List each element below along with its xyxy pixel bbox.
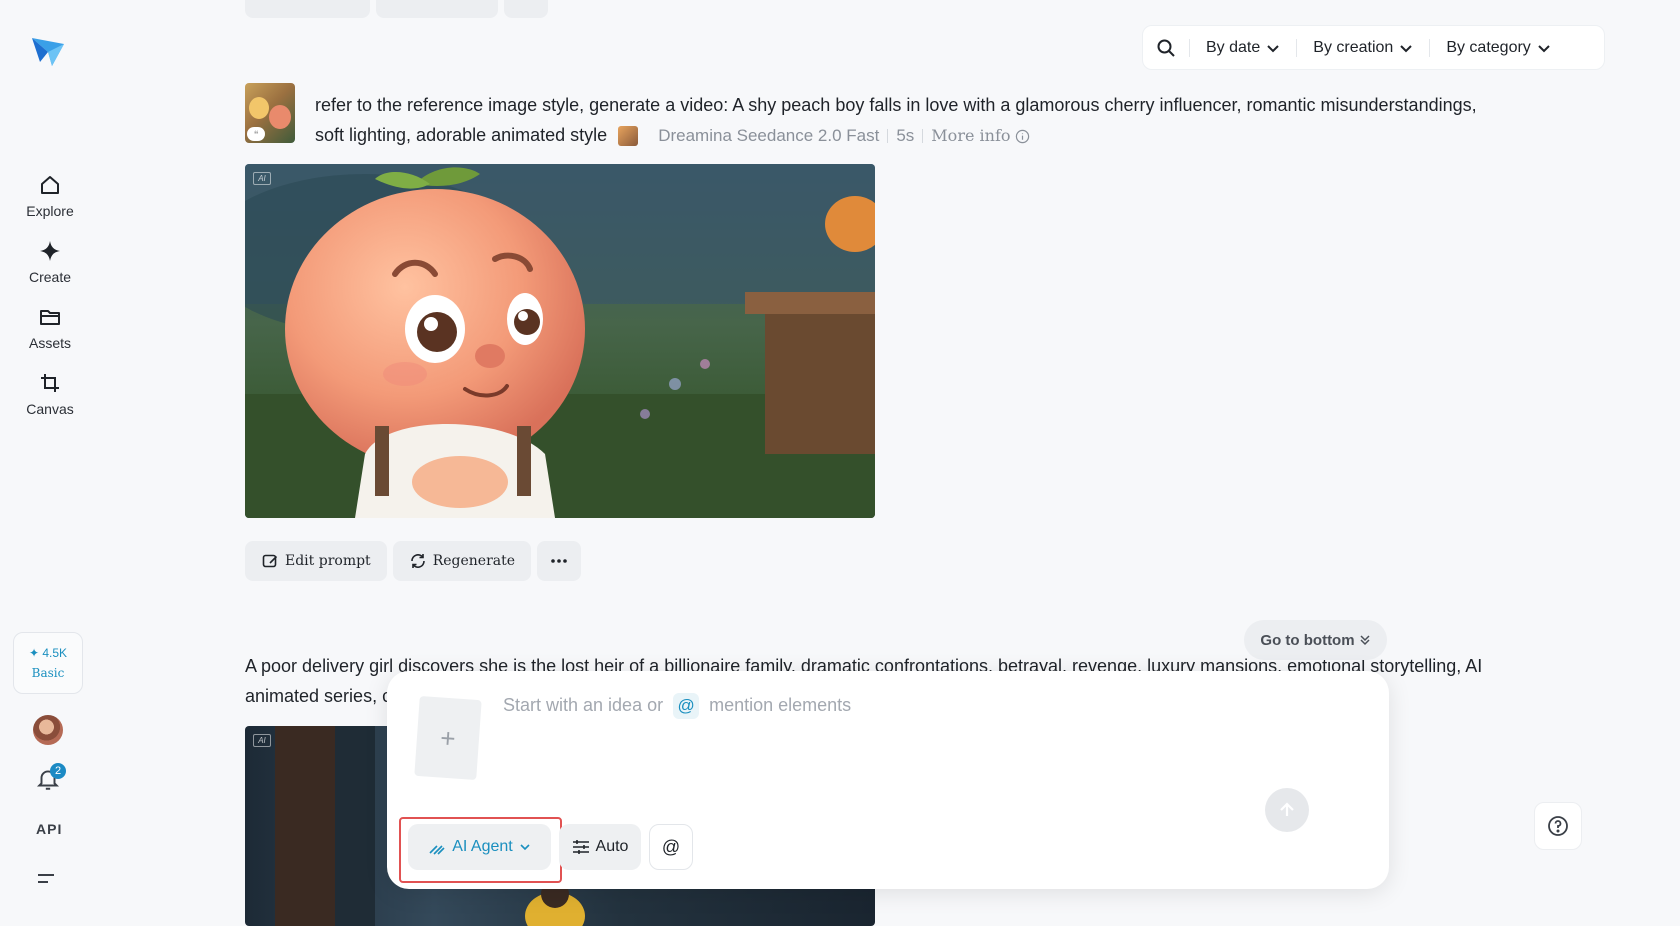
ai-agent-label: AI Agent xyxy=(452,838,513,855)
plus-icon: + xyxy=(439,722,457,753)
previous-actions xyxy=(245,0,548,18)
reference-mini-thumbnail xyxy=(618,126,639,147)
more-info-link[interactable]: More info xyxy=(931,121,1029,151)
generation-prompt: refer to the reference image style, gene… xyxy=(315,90,1505,151)
by-category-label: By category xyxy=(1446,38,1531,56)
go-to-bottom-label: Go to bottom xyxy=(1260,631,1355,649)
sidebar: Explore Create Assets Canvas ✦ 4.5K Basi… xyxy=(0,0,100,915)
search-button[interactable] xyxy=(1143,38,1189,58)
by-date-label: By date xyxy=(1206,38,1261,56)
prompt-input[interactable]: Start with an idea or @ mention elements xyxy=(503,691,1323,751)
prompt-composer: + Start with an idea or @ mention elemen… xyxy=(387,671,1389,889)
sidebar-item-create[interactable]: Create xyxy=(10,232,90,292)
upload-reference-button[interactable]: + xyxy=(414,695,482,781)
regenerate-label: Regenerate xyxy=(432,553,516,569)
help-button[interactable] xyxy=(1534,802,1582,850)
info-icon xyxy=(1015,129,1029,143)
video-frame-peach-boy xyxy=(245,164,875,518)
help-icon xyxy=(1548,816,1568,836)
crop-icon xyxy=(41,374,59,392)
ai-agent-dropdown[interactable]: AI Agent xyxy=(408,824,551,870)
reference-thumbnail[interactable]: ❝ xyxy=(245,83,295,143)
by-date-dropdown[interactable]: By date xyxy=(1190,39,1296,57)
magic-wand-icon xyxy=(429,845,445,855)
notification-badge: 2 xyxy=(50,763,66,779)
send-button[interactable] xyxy=(1265,788,1309,832)
chevron-down-icon xyxy=(1267,44,1279,52)
credits-badge[interactable]: ✦ 4.5K Basic xyxy=(13,632,83,694)
plan-label: Basic xyxy=(31,666,65,680)
more-horizontal-icon xyxy=(551,559,567,563)
at-icon: @ xyxy=(661,836,681,857)
refresh-icon xyxy=(410,554,425,568)
auto-settings-button[interactable]: Auto xyxy=(559,824,641,870)
avatar[interactable] xyxy=(33,715,63,745)
menu-icon[interactable] xyxy=(36,870,58,888)
quote-icon: ❝ xyxy=(247,127,265,141)
go-to-bottom-button[interactable]: Go to bottom xyxy=(1244,620,1387,660)
sidebar-item-canvas[interactable]: Canvas xyxy=(10,364,90,424)
duration: 5s xyxy=(896,126,915,146)
regenerate-button[interactable]: Regenerate xyxy=(392,541,532,581)
model-name: Dreamina Seedance 2.0 Fast xyxy=(658,126,880,146)
edit-icon xyxy=(262,554,278,568)
chevron-down-icon xyxy=(1400,44,1413,52)
generation-actions: Edit prompt Regenerate xyxy=(245,541,582,581)
edit-prompt-button[interactable]: Edit prompt xyxy=(245,541,387,581)
generation-meta: Dreamina Seedance 2.0 Fast 5s More info xyxy=(618,121,1029,151)
double-chevron-down-icon xyxy=(1360,635,1370,646)
regenerate-button-prev[interactable] xyxy=(376,0,498,18)
chevron-down-icon xyxy=(1538,44,1550,52)
sidebar-item-assets[interactable]: Assets xyxy=(10,298,90,358)
chevron-down-icon xyxy=(520,844,530,851)
logo-icon[interactable] xyxy=(30,32,66,68)
ai-generated-badge: AI xyxy=(253,172,271,185)
folder-icon xyxy=(40,310,60,325)
generated-video[interactable]: AI xyxy=(245,164,875,518)
placeholder-end: mention elements xyxy=(709,695,852,715)
by-category-dropdown[interactable]: By category xyxy=(1430,39,1566,57)
placeholder-start: Start with an idea or xyxy=(503,695,664,715)
home-icon xyxy=(41,176,59,194)
more-options-button[interactable] xyxy=(537,541,582,581)
sidebar-item-explore[interactable]: Explore xyxy=(10,166,90,226)
search-icon xyxy=(1157,39,1175,57)
edit-prompt-label: Edit prompt xyxy=(285,553,371,569)
mention-button[interactable]: @ xyxy=(649,824,693,870)
more-info-label: More info xyxy=(931,126,1011,146)
ai-generated-badge: AI xyxy=(253,734,271,747)
filter-bar: By date By creation By category xyxy=(1142,25,1605,70)
arrow-up-icon xyxy=(1280,802,1294,816)
by-creation-dropdown[interactable]: By creation xyxy=(1297,39,1429,57)
credits-amount: ✦ 4.5K xyxy=(28,646,68,660)
sliders-icon xyxy=(572,840,589,854)
by-creation-label: By creation xyxy=(1313,38,1394,56)
sidebar-item-label: Explore xyxy=(26,203,74,219)
sidebar-item-label: Assets xyxy=(28,335,71,351)
sidebar-item-label: Canvas xyxy=(26,401,74,417)
more-button-prev[interactable] xyxy=(504,0,548,18)
diamond-icon xyxy=(40,241,60,261)
at-mention-icon: @ xyxy=(673,693,700,719)
auto-label: Auto xyxy=(595,838,629,855)
sidebar-item-label: Create xyxy=(28,269,72,285)
api-link[interactable]: API xyxy=(36,821,62,837)
edit-prompt-button-prev[interactable] xyxy=(245,0,370,18)
